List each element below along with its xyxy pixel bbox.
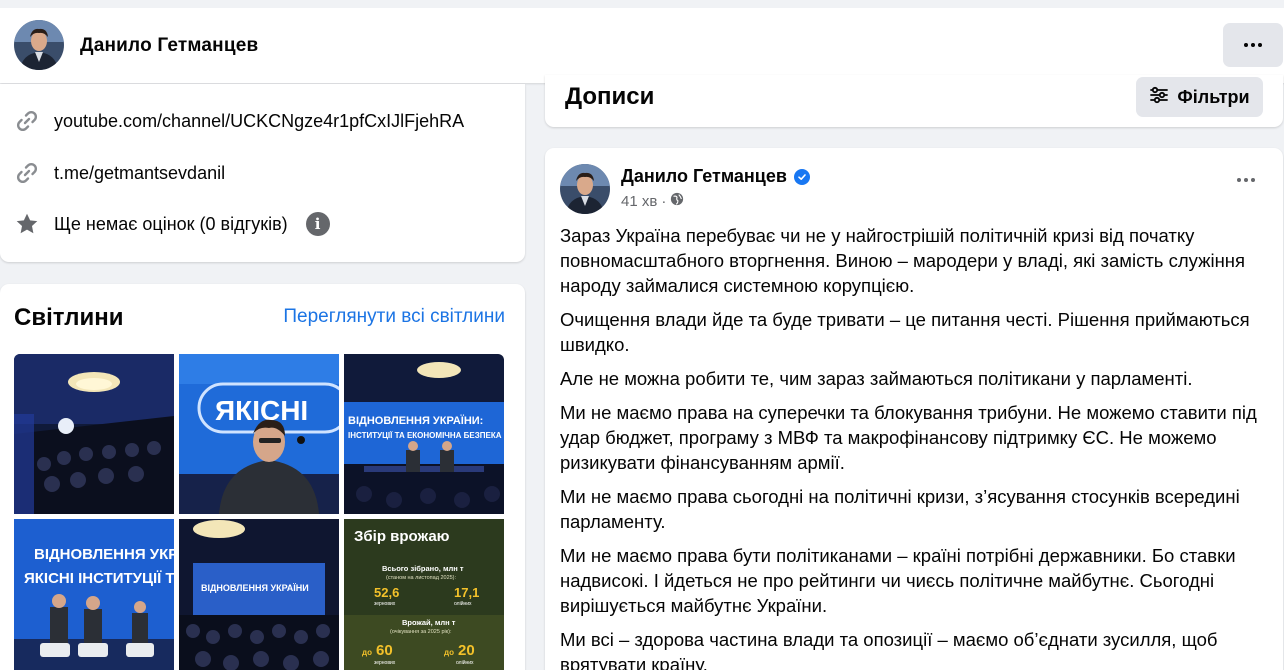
post-paragraph: Зараз Україна перебуває чи не у найгостр… <box>560 225 1246 296</box>
post-paragraph: Ми не маємо права сьогодні на політичні … <box>560 486 1240 532</box>
post-paragraph: Ми не маємо права на суперечки та блокув… <box>560 402 1257 473</box>
infographic-expected-b-unit: олійних <box>456 659 474 666</box>
infographic-expected-a-prefix: до <box>362 648 372 657</box>
rating-text: Ще немає оцінок (0 відгуків) <box>54 213 288 234</box>
photo-thumbnail[interactable]: ВІДНОВЛЕННЯ УКРАЇНИ: ЯКІСНІ ІНСТИТУЦІЇ Т… <box>14 519 174 670</box>
post-paragraph: Очищення влади йде та буде тривати – це … <box>560 309 1250 355</box>
post-time[interactable]: 41 хв <box>621 193 657 210</box>
intro-rating: Ще немає оцінок (0 відгуків) i <box>14 211 330 237</box>
more-dots-icon <box>1237 178 1255 182</box>
svg-text:ЯКІСНІ ІНСТИТУЦІЇ ТА ЕКОНОМІЧН: ЯКІСНІ ІНСТИТУЦІЇ ТА ЕКОНОМІЧНА БЕЗПЕКА <box>24 570 174 587</box>
infographic-expected-b-prefix: до <box>444 648 454 657</box>
photo-thumbnail[interactable] <box>14 354 174 514</box>
infographic-total-a: 52,6 <box>374 585 399 600</box>
filters-button[interactable]: Фільтри <box>1136 77 1263 117</box>
post-body: Зараз Україна перебуває чи не у найгостр… <box>560 223 1266 670</box>
meta-separator: · <box>661 192 667 210</box>
post-paragraph: Але не можна робити те, чим зараз займаю… <box>560 368 1193 389</box>
profile-header-bar: Данило Гетманцев <box>0 0 1284 83</box>
harvest-infographic: Збір врожаю Всього зібрано, млн т (стано… <box>344 519 504 670</box>
infographic-expected-label: Врожай, млн т <box>402 618 456 627</box>
svg-text:ВІДНОВЛЕННЯ УКРАЇНИ:: ВІДНОВЛЕННЯ УКРАЇНИ: <box>348 414 483 427</box>
profile-avatar[interactable] <box>14 20 64 70</box>
post-meta: 41 хв · <box>621 192 684 210</box>
infographic-expected-a: 60 <box>376 642 393 659</box>
infographic-total-sub: (станом на листопад 2025): <box>386 575 457 581</box>
filter-sliders-icon <box>1149 86 1169 109</box>
filters-label: Фільтри <box>1177 86 1250 107</box>
link-icon <box>14 160 40 186</box>
post-more-button[interactable] <box>1237 178 1255 182</box>
post-author: Данило Гетманцев <box>621 166 810 187</box>
photo-grid: ЯКІСНІ ВІДНОВЛЕННЯ УКРАЇНИ: ІНСТИТУЦІЇ Т… <box>14 354 505 670</box>
intro-link-text[interactable]: youtube.com/channel/UCKCNgze4r1pfCxIJlFj… <box>54 111 464 132</box>
photos-title: Світлини <box>14 304 124 331</box>
globe-icon <box>670 192 684 210</box>
star-icon <box>14 211 40 237</box>
infographic-expected-b: 20 <box>458 642 475 659</box>
post-paragraph: Ми не маємо права бути політиканами – кр… <box>560 545 1236 616</box>
infographic-total-label: Всього зібрано, млн т <box>382 564 464 573</box>
profile-name[interactable]: Данило Гетманцев <box>80 35 258 57</box>
infographic-expected-a-unit: зернових <box>374 660 396 666</box>
svg-text:ВІДНОВЛЕННЯ УКРАЇНИ:: ВІДНОВЛЕННЯ УКРАЇНИ: <box>34 546 174 563</box>
info-icon[interactable]: i <box>305 212 330 236</box>
infographic-total-b-unit: олійних <box>454 600 472 607</box>
post-card: Данило Гетманцев 41 хв · Зараз Україна п… <box>545 148 1283 670</box>
profile-more-button[interactable] <box>1223 23 1283 67</box>
infographic-expected-sub: (очікування за 2025 рік): <box>390 629 452 635</box>
photo-thumbnail[interactable]: ВІДНОВЛЕННЯ УКРАЇНИ: ІНСТИТУЦІЇ ТА ЕКОНО… <box>344 354 504 514</box>
svg-text:ЯКІСНІ: ЯКІСНІ <box>215 395 308 426</box>
photo-thumbnail-infographic[interactable]: Збір врожаю Всього зібрано, млн т (стано… <box>344 519 504 670</box>
infographic-title: Збір врожаю <box>354 528 450 545</box>
infographic-total-a-unit: зернових <box>374 601 396 607</box>
more-dots-icon <box>1244 43 1262 47</box>
photo-thumbnail[interactable]: ЯКІСНІ <box>179 354 339 514</box>
photo-thumbnail[interactable]: ВІДНОВЛЕННЯ УКРАЇНИ <box>179 519 339 670</box>
link-icon <box>14 108 40 134</box>
intro-link-text[interactable]: t.me/getmantsevdanil <box>54 163 225 184</box>
intro-link-telegram[interactable]: t.me/getmantsevdanil <box>14 160 225 186</box>
post-author-name[interactable]: Данило Гетманцев <box>621 166 787 187</box>
see-all-photos-link[interactable]: Переглянути всі світлини <box>283 306 505 328</box>
svg-text:ІНСТИТУЦІЇ ТА ЕКОНОМІЧНА БЕЗПЕ: ІНСТИТУЦІЇ ТА ЕКОНОМІЧНА БЕЗПЕКА <box>348 431 502 440</box>
verified-badge-icon <box>793 168 810 185</box>
post-paragraph: Ми всі – здорова частина влади та опозиц… <box>560 629 1218 670</box>
intro-card: youtube.com/channel/UCKCNgze4r1pfCxIJlFj… <box>0 84 525 262</box>
svg-text:ВІДНОВЛЕННЯ УКРАЇНИ: ВІДНОВЛЕННЯ УКРАЇНИ <box>201 583 309 593</box>
infographic-total-b: 17,1 <box>454 585 479 600</box>
intro-link-youtube[interactable]: youtube.com/channel/UCKCNgze4r1pfCxIJlFj… <box>14 108 464 134</box>
posts-header-card: Дописи Фільтри <box>545 75 1283 127</box>
photos-card: Світлини Переглянути всі світлини ЯКІСНІ… <box>0 284 525 670</box>
posts-title: Дописи <box>565 83 655 110</box>
post-author-avatar[interactable] <box>560 164 610 214</box>
